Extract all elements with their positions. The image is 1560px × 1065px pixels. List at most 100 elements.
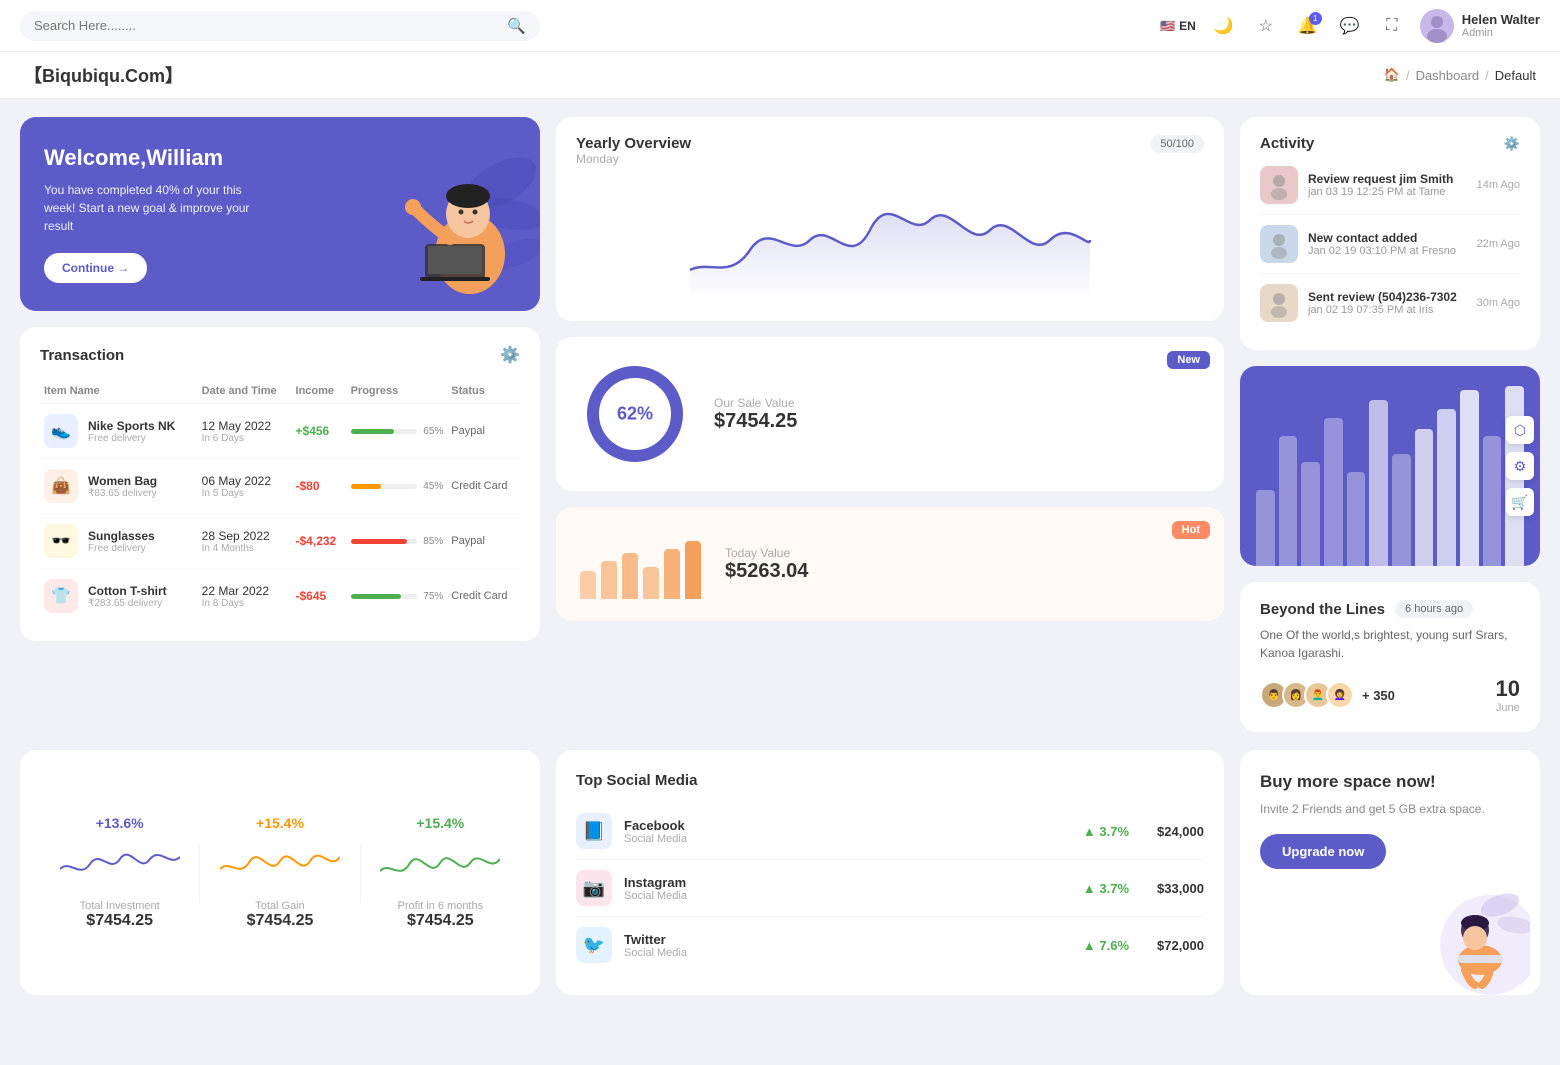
upgrade-button[interactable]: Upgrade now (1260, 834, 1386, 869)
viz-bar-8 (1415, 429, 1434, 566)
beyond-desc: One Of the world,s brightest, young surf… (1260, 626, 1520, 662)
social-list: 📘 Facebook Social Media ▲ 3.7% $24,000 📷… (576, 803, 1204, 973)
left-column: Welcome,William You have completed 40% o… (20, 117, 540, 732)
social-row: 📷 Instagram Social Media ▲ 3.7% $33,000 (576, 860, 1204, 917)
avatar-group: 👨 👩 👨‍🦰 👩‍🦱 + 350 (1260, 681, 1395, 709)
search-box[interactable]: 🔍 (20, 11, 540, 41)
activity-list: Review request jim Smith jan 03 19 12:25… (1260, 156, 1520, 332)
stat-investment: +13.6% Total Investment $7454.25 (40, 815, 199, 930)
dark-mode-icon[interactable]: 🌙 (1210, 12, 1238, 40)
chart-icon-2[interactable]: ⚙ (1506, 452, 1534, 480)
stat-investment-pct: +13.6% (40, 815, 199, 831)
bar-6 (685, 541, 701, 599)
yearly-title: Yearly Overview (576, 135, 691, 152)
social-row: 🐦 Twitter Social Media ▲ 7.6% $72,000 (576, 917, 1204, 973)
transaction-settings-icon[interactable]: ⚙️ (500, 345, 520, 365)
today-info: Today Value $5263.04 (725, 546, 808, 583)
new-badge: New (1167, 351, 1210, 369)
bar-1 (580, 571, 596, 599)
welcome-illustration (340, 117, 540, 311)
user-text: Helen Walter Admin (1462, 12, 1540, 39)
viz-bar-3 (1301, 462, 1320, 566)
welcome-desc: You have completed 40% of your this week… (44, 181, 264, 235)
col-status: Status (447, 379, 520, 404)
chart-icon-1[interactable]: ⬡ (1506, 416, 1534, 444)
upgrade-desc: Invite 2 Friends and get 5 GB extra spac… (1260, 800, 1520, 818)
lang-label: EN (1179, 19, 1196, 33)
upgrade-card: Buy more space now! Invite 2 Friends and… (1240, 750, 1540, 995)
col-item: Item Name (40, 379, 198, 404)
bar-2 (601, 561, 617, 599)
stat-investment-label: Total Investment (40, 900, 199, 912)
bar-4 (643, 567, 659, 599)
bar-chart-viz (1240, 366, 1540, 566)
stat-gain-value: $7454.25 (200, 912, 359, 930)
stat-gain: +15.4% Total Gain $7454.25 (200, 815, 359, 930)
notification-icon[interactable]: 🔔1 (1294, 12, 1322, 40)
stat-gain-label: Total Gain (200, 900, 359, 912)
table-row: 👕 Cotton T-shirt ₹283.65 delivery 22 Mar… (40, 569, 520, 624)
notification-badge: 1 (1309, 12, 1322, 25)
stat-gain-wave (220, 839, 340, 889)
continue-button[interactable]: Continue → (44, 253, 147, 283)
activity-title: Activity (1260, 135, 1314, 152)
today-label: Today Value (725, 546, 808, 560)
today-value-card: Hot Today Value $5263.04 (556, 507, 1224, 621)
upgrade-title: Buy more space now! (1260, 772, 1520, 792)
avatars: 👨 👩 👨‍🦰 👩‍🦱 (1260, 681, 1354, 709)
sep2: / (1485, 68, 1489, 83)
user-name: Helen Walter (1462, 12, 1540, 27)
activity-card: Activity ⚙️ Review request jim Smith jan… (1240, 117, 1540, 350)
lang-selector[interactable]: 🇺🇸 EN (1160, 19, 1196, 33)
social-media-card: Top Social Media 📘 Facebook Social Media… (556, 750, 1224, 995)
topnav: 🔍 🇺🇸 EN 🌙 ☆ 🔔1 💬 ⛶ Helen Walter Admin (0, 0, 1560, 52)
viz-bar-2 (1279, 436, 1298, 566)
flag-icon: 🇺🇸 (1160, 19, 1175, 33)
stat-gain-pct: +15.4% (200, 815, 359, 831)
transaction-table: Item Name Date and Time Income Progress … (40, 379, 520, 623)
donut-chart: 62% (580, 359, 690, 469)
breadcrumb-bar: 【Biqubiqu.Com】 🏠 / Dashboard / Default (0, 52, 1560, 99)
upgrade-illustration (1400, 865, 1530, 995)
activity-settings-icon[interactable]: ⚙️ (1504, 136, 1520, 152)
viz-bar-7 (1392, 454, 1411, 566)
viz-bar-4 (1324, 418, 1343, 566)
breadcrumb-section[interactable]: Dashboard (1416, 68, 1480, 83)
col-date: Date and Time (198, 379, 292, 404)
col-progress: Progress (347, 379, 448, 404)
viz-bar-9 (1437, 409, 1456, 566)
plus-count: + 350 (1362, 688, 1395, 703)
brand-logo: 【Biqubiqu.Com】 (24, 62, 183, 88)
user-info[interactable]: Helen Walter Admin (1420, 9, 1540, 43)
viz-bar-10 (1460, 390, 1479, 566)
beyond-time: 6 hours ago (1395, 600, 1473, 618)
col-income: Income (292, 379, 347, 404)
beyond-header: Beyond the Lines 6 hours ago (1260, 600, 1520, 618)
viz-bar-6 (1369, 400, 1388, 566)
stat-investment-wave (60, 839, 180, 889)
viz-bar-1 (1256, 490, 1275, 566)
chart-icon-3[interactable]: 🛒 (1506, 488, 1534, 516)
social-header: Top Social Media (576, 772, 1204, 789)
beyond-title: Beyond the Lines (1260, 601, 1385, 618)
star-icon[interactable]: ☆ (1252, 12, 1280, 40)
message-icon[interactable]: 💬 (1336, 12, 1364, 40)
table-row: 🕶️ Sunglasses Free delivery 28 Sep 2022 … (40, 514, 520, 569)
bar-5 (664, 549, 680, 599)
stat-profit-wave (380, 839, 500, 889)
beyond-card: Beyond the Lines 6 hours ago One Of the … (1240, 582, 1540, 732)
social-row: 📘 Facebook Social Media ▲ 3.7% $24,000 (576, 803, 1204, 860)
breadcrumb-current: Default (1495, 68, 1536, 83)
main-grid: Welcome,William You have completed 40% o… (0, 99, 1560, 750)
search-input[interactable] (34, 18, 499, 33)
fullscreen-icon[interactable]: ⛶ (1378, 12, 1406, 40)
transaction-header: Transaction ⚙️ (40, 345, 520, 365)
donut-label: 62% (617, 404, 653, 425)
yearly-header: Yearly Overview Monday 50/100 (576, 135, 1204, 176)
home-icon[interactable]: 🏠 (1384, 67, 1400, 83)
bottom-row: +13.6% Total Investment $7454.25 +15.4% … (0, 750, 1560, 1015)
search-icon: 🔍 (507, 17, 526, 35)
nav-icons: 🇺🇸 EN 🌙 ☆ 🔔1 💬 ⛶ Helen Walter Admin (1160, 9, 1540, 43)
yearly-subtitle: Monday (576, 152, 691, 166)
sale-value-card: New 62% Our Sale Value $7454.25 (556, 337, 1224, 491)
